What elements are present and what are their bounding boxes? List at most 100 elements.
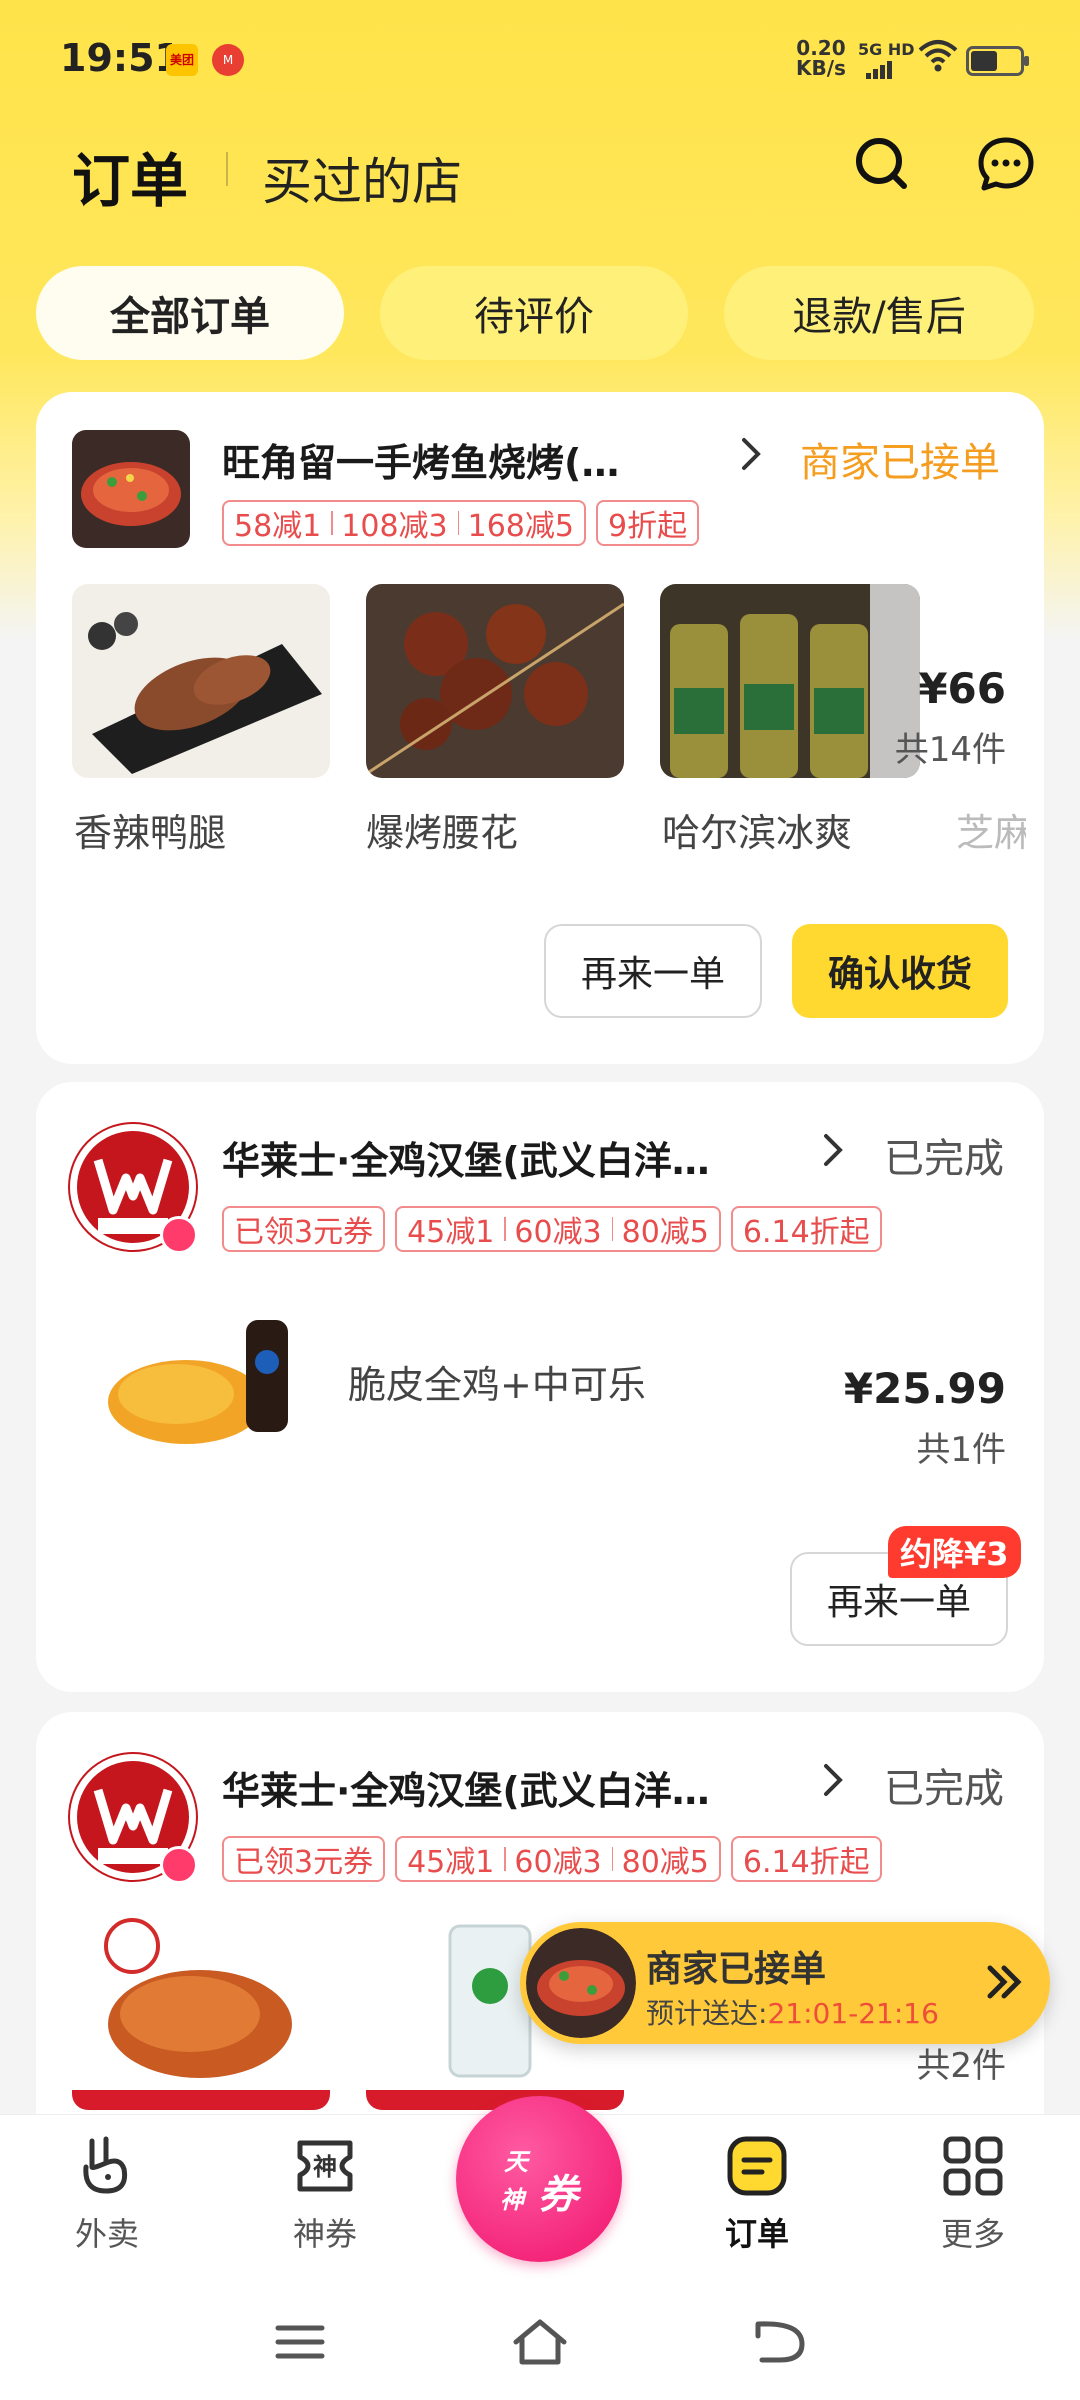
header-divider [226, 152, 228, 186]
promo-seg: 80减5 [611, 1837, 709, 1881]
nav-item-coupons[interactable]: 神 神券 [250, 2133, 400, 2255]
promo-tags: 已领3元券 45减1 60减3 80减5 6.14折起 [222, 1836, 882, 1882]
order-price: ¥25.99 [843, 1364, 1006, 1413]
item-count: 共14件 [894, 730, 1006, 770]
coupon-text: 券 [538, 2172, 578, 2218]
system-navigation-bar [0, 2284, 1080, 2400]
promo-tag: 58减1 108减3 168减5 [222, 500, 586, 546]
promo-tag: 9折起 [595, 500, 700, 546]
promo-seg: 6.14折起 [742, 1845, 870, 1880]
message-icon[interactable] [976, 134, 1036, 194]
promo-tag: 6.14折起 [730, 1206, 882, 1252]
search-icon[interactable] [852, 134, 912, 194]
promo-seg: 168减5 [457, 501, 574, 545]
item-name: 脆皮全鸡+中可乐 [348, 1363, 646, 1407]
reorder-button[interactable]: 再来一单 [544, 924, 762, 1018]
promo-tags: 已领3元券 45减1 60减3 80减5 6.14折起 [222, 1206, 882, 1252]
item-name: 爆烤腰花 [366, 811, 519, 855]
coupon-text: 天 [504, 2148, 528, 2176]
tab-purchased-stores[interactable]: 买过的店 [262, 142, 462, 214]
banner-title: 商家已接单 [646, 1949, 827, 1990]
promo-seg: 58减1 [234, 509, 322, 544]
delivery-status-banner[interactable]: 商家已接单 预计送达:21:01-21:16 [520, 1922, 1050, 2044]
nav-item-takeout[interactable]: 外卖 [32, 2133, 182, 2255]
item-name: 香辣鸭腿 [74, 811, 227, 855]
coupon-text: 神 [500, 2186, 524, 2214]
item-image [96, 1302, 316, 1452]
nav-label: 更多 [940, 2215, 1005, 2253]
status-bar: 19:51 美团 M 0.20 KB/s 5G HD [0, 0, 1080, 110]
item-image [366, 584, 624, 778]
chevron-right-icon[interactable] [818, 1130, 848, 1170]
back-icon[interactable] [750, 2314, 810, 2370]
item-name: 芝麻 [956, 811, 1026, 855]
item-name: 哈尔滨冰爽 [662, 811, 853, 855]
filter-refund[interactable]: 退款/售后 [724, 266, 1034, 360]
item-count: 共2件 [916, 2046, 1006, 2086]
double-chevron-right-icon [987, 1965, 1022, 1999]
nav-item-orders[interactable]: 订单 [682, 2133, 832, 2255]
nav-item-more[interactable]: 更多 [898, 2133, 1048, 2255]
home-icon[interactable] [510, 2314, 570, 2370]
metro-notification-icon: M [212, 44, 244, 76]
item-image [72, 1916, 330, 2110]
eta-label: 预计送达: [646, 1997, 768, 2030]
store-name[interactable]: 华莱士·全鸡汉堡(武义白洋… [222, 1130, 710, 1185]
menu-icon[interactable] [270, 2314, 330, 2370]
meituan-notification-icon: 美团 [166, 44, 198, 76]
item-image [72, 584, 330, 778]
chevron-right-icon[interactable] [818, 1760, 848, 1800]
wifi-icon [918, 40, 958, 72]
coupon-tag: 已领3元券 [222, 1836, 386, 1882]
order-status: 已完成 [884, 1136, 1004, 1182]
promo-seg: 60减3 [504, 1837, 611, 1881]
promo-seg: 80减5 [611, 1207, 709, 1251]
discount-badge: 约降¥3 [888, 1526, 1021, 1578]
store-name[interactable]: 旺角留一手烤鱼烧烤(… [222, 432, 619, 487]
battery-icon [966, 46, 1029, 76]
filter-to-review[interactable]: 待评价 [380, 266, 688, 360]
page-title: 订单 [72, 147, 189, 215]
store-thumbnail [526, 1928, 636, 2038]
promo-seg: 已领3元券 [234, 1845, 374, 1880]
net-speed-value: 0.20 [796, 36, 846, 60]
order-status: 已完成 [884, 1766, 1004, 1812]
status-time: 19:51 [60, 36, 181, 80]
store-thumbnail [72, 430, 190, 548]
confirm-receipt-button[interactable]: 确认收货 [792, 924, 1008, 1018]
promo-tag: 6.14折起 [730, 1836, 882, 1882]
promo-seg: 45减1 [407, 1215, 495, 1250]
filter-all-orders[interactable]: 全部订单 [36, 266, 344, 360]
coupon-tag: 已领3元券 [222, 1206, 386, 1252]
promo-tag: 45减1 60减3 80减5 [395, 1206, 721, 1252]
item-count: 共1件 [916, 1430, 1006, 1470]
nav-label: 订单 [724, 2215, 789, 2253]
banner-eta: 预计送达:21:01-21:16 [646, 1992, 939, 2032]
order-status: 商家已接单 [800, 440, 1000, 486]
center-coupon-button[interactable]: 天 神 券 [456, 2096, 622, 2262]
promo-tags: 58减1 108减3 168减5 9折起 [222, 500, 700, 546]
order-price: ¥66 [918, 664, 1006, 713]
eta-time: 21:01-21:16 [767, 1997, 939, 2030]
takeout-kangaroo-icon [83, 2136, 128, 2194]
coupon-icon: 神 [297, 2140, 353, 2192]
chart-badge-icon [160, 1216, 198, 1254]
order-card[interactable]: 旺角留一手烤鱼烧烤(… 商家已接单 58减1 108减3 168减5 9折起 ¥… [36, 392, 1044, 1064]
promo-seg: 45减1 [407, 1845, 495, 1880]
chart-badge-icon [160, 1846, 198, 1884]
promo-seg: 60减3 [504, 1207, 611, 1251]
network-speed: 0.20 KB/s [796, 38, 846, 78]
store-name[interactable]: 华莱士·全鸡汉堡(武义白洋… [222, 1760, 710, 1815]
chevron-right-icon[interactable] [736, 434, 766, 474]
promo-seg: 6.14折起 [742, 1215, 870, 1250]
signal-label: 5G HD [858, 40, 915, 59]
promo-seg: 已领3元券 [234, 1215, 374, 1250]
order-card[interactable]: 华莱士·全鸡汉堡(武义白洋… 已完成 已领3元券 45减1 60减3 80减5 … [36, 1082, 1044, 1692]
net-speed-unit: KB/s [796, 56, 846, 80]
orders-icon [727, 2136, 787, 2196]
nav-label: 神券 [292, 2215, 357, 2253]
grid-icon [943, 2136, 1003, 2196]
svg-text:神: 神 [313, 2153, 337, 2181]
nav-label: 外卖 [74, 2215, 139, 2253]
promo-tag: 45减1 60减3 80减5 [395, 1836, 721, 1882]
